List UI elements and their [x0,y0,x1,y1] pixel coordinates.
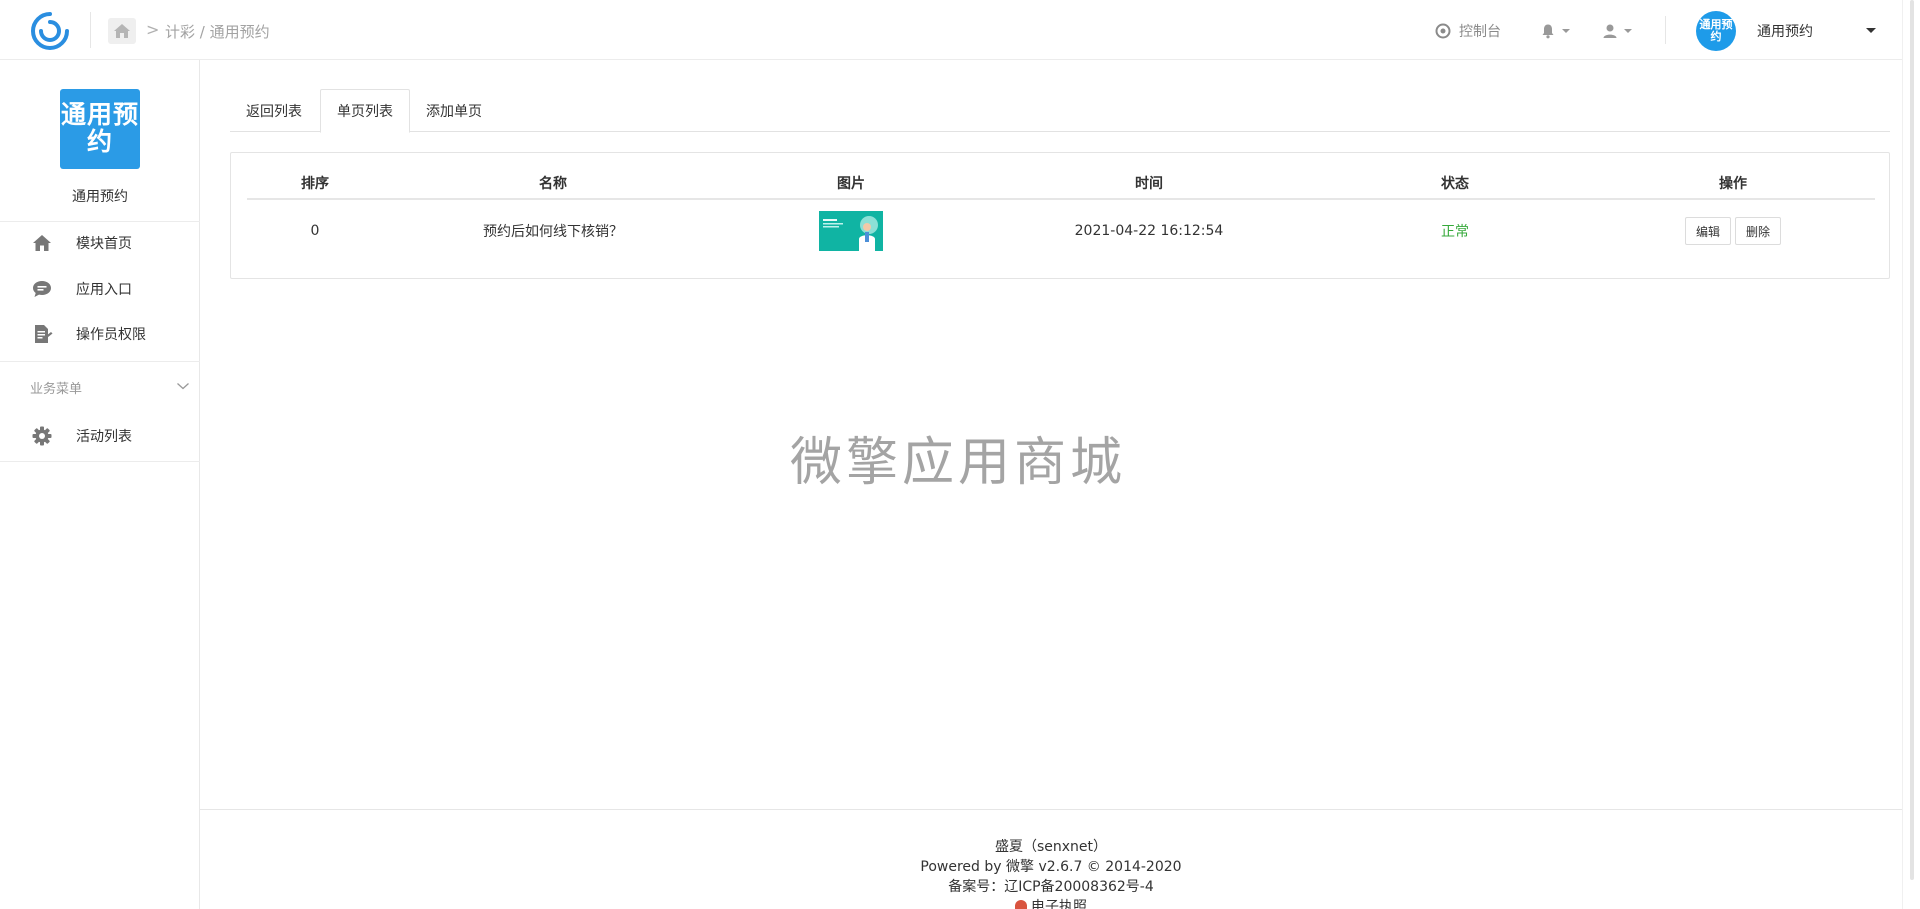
gear-icon [29,425,55,447]
caret-down-icon [1624,29,1632,33]
chevron-down-icon[interactable] [176,376,190,395]
sidebar-item-label: 模块首页 [76,236,132,252]
status-badge: 正常 [1441,224,1469,240]
divider [0,461,200,462]
cell-image [723,202,979,260]
sidebar-app-name: 通用预约 [72,189,128,205]
column-header-name: 名称 [539,175,567,192]
sidebar-group-label[interactable]: 业务菜单 [30,378,82,397]
sidebar-item-app-entry[interactable]: 应用入口 [0,269,200,309]
table-header: 排序 名称 图片 时间 状态 操作 [247,167,1875,200]
sidebar-item-module-home[interactable]: 模块首页 [0,223,200,263]
edit-button[interactable]: 编辑 [1684,217,1731,245]
sidebar-item-label: 操作员权限 [76,327,146,343]
sidebar-item-operator-permissions[interactable]: 操作员权限 [0,314,200,354]
sidebar-item-label: 应用入口 [76,282,132,298]
scrollbar-thumb[interactable] [1910,0,1914,880]
bell-icon [1542,24,1554,39]
sidebar-item-label: 活动列表 [76,429,132,445]
tab-back-to-list[interactable]: 返回列表 [230,89,318,132]
footer-license-label: 电子执照 [1031,899,1087,909]
divider [0,221,200,222]
table-row: 0 预约后如何线下核销？ 2021-04-22 16:12:54 正常 编辑 删… [247,202,1875,262]
cell-sort: 0 [310,223,320,239]
dashboard-icon [1435,23,1451,39]
footer: 盛夏（senxnet） Powered by 微擎 v2.6.7 © 2014-… [200,809,1902,909]
notifications-button[interactable] [1540,20,1570,42]
column-header-image: 图片 [837,175,865,192]
column-header-status: 状态 [1441,175,1469,192]
tab-bar: 返回列表 单页列表 添加单页 [230,89,1890,133]
column-header-time: 时间 [1135,175,1163,192]
caret-down-icon[interactable] [1866,28,1876,33]
top-header: > 计彩 / 通用预约 控制台 通用预约 通用预约 [0,0,1902,60]
chevron-right-icon: > [146,20,160,39]
current-app-name[interactable]: 通用预约 [1757,21,1813,41]
document-edit-icon [29,323,55,345]
scrollbar[interactable] [1902,0,1920,909]
home-icon [29,232,55,254]
thumbnail-image[interactable] [819,211,883,251]
watermark: 微擎应用商城 [790,433,1127,493]
cell-name: 预约后如何线下核销？ [483,224,623,240]
logo-icon[interactable] [28,9,72,53]
console-label: 控制台 [1459,24,1501,40]
footer-license[interactable]: 电子执照 [200,896,1902,909]
delete-button[interactable]: 删除 [1735,217,1782,245]
page-list-panel: 排序 名称 图片 时间 状态 操作 0 预约后如何线下核销？ 2021-04-2… [230,152,1890,279]
footer-icp[interactable]: 备案号：辽ICP备20008362号-4 [200,876,1902,896]
cell-time: 2021-04-22 16:12:54 [1074,223,1224,239]
column-header-sort: 排序 [301,175,329,192]
footer-powered-by[interactable]: Powered by 微擎 v2.6.7 © 2014-2020 [200,856,1902,876]
caret-down-icon [1562,29,1570,33]
sidebar-item-activity-list[interactable]: 活动列表 [0,416,200,456]
divider [1665,16,1666,44]
cell-actions: 编辑 删除 [1591,202,1875,260]
sidebar: 通用预约 通用预约 模块首页 应用入口 操作员权限 业务菜单 活动列表 [0,60,200,909]
app-logo: 通用预约 [60,89,140,169]
license-icon [1015,900,1027,909]
avatar[interactable]: 通用预约 [1696,11,1736,51]
home-icon[interactable] [108,18,136,44]
footer-company: 盛夏（senxnet） [994,839,1108,855]
divider [90,12,91,48]
chat-icon [29,278,55,300]
tab-page-list[interactable]: 单页列表 [320,89,410,133]
column-header-actions: 操作 [1719,175,1747,192]
user-menu-button[interactable] [1602,20,1632,42]
user-icon [1603,24,1617,38]
breadcrumb[interactable]: 计彩 / 通用预约 [165,21,270,42]
divider [0,361,200,362]
tab-add-page[interactable]: 添加单页 [410,89,498,132]
console-link[interactable]: 控制台 [1435,20,1501,42]
